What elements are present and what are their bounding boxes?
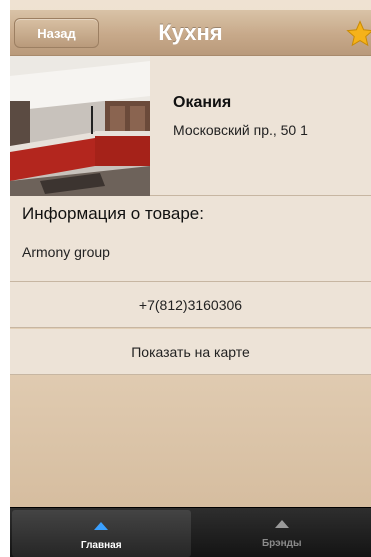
- tab-bar: Главная Брэнды: [10, 507, 371, 557]
- tab-home-label: Главная: [80, 540, 122, 551]
- home-arrow-icon: [94, 522, 109, 530]
- store-card: Окания Московский пр., 50 1: [10, 56, 371, 196]
- store-address: Московский пр., 50 1: [173, 122, 308, 138]
- navigation-bar: Назад Кухня: [10, 10, 371, 56]
- tab-home[interactable]: Главная: [12, 510, 191, 557]
- tab-brands-label: Брэнды: [261, 538, 302, 549]
- product-info: Информация о товаре: Armony group: [10, 196, 371, 282]
- phone-button[interactable]: +7(812)3160306: [10, 282, 371, 328]
- brands-arrow-icon: [274, 520, 289, 528]
- brand-name: Armony group: [22, 244, 110, 260]
- tab-brands[interactable]: Брэнды: [193, 508, 371, 557]
- product-info-heading: Информация о товаре:: [22, 204, 204, 223]
- kitchen-photo: [10, 56, 150, 196]
- page-title: Кухня: [158, 20, 223, 45]
- app-screen: Назад Кухня Окания Московский пр., 50 1 …: [10, 0, 371, 557]
- store-name: Окания: [173, 94, 232, 111]
- show-on-map-button[interactable]: Показать на карте: [10, 329, 371, 375]
- star-icon[interactable]: [345, 19, 371, 49]
